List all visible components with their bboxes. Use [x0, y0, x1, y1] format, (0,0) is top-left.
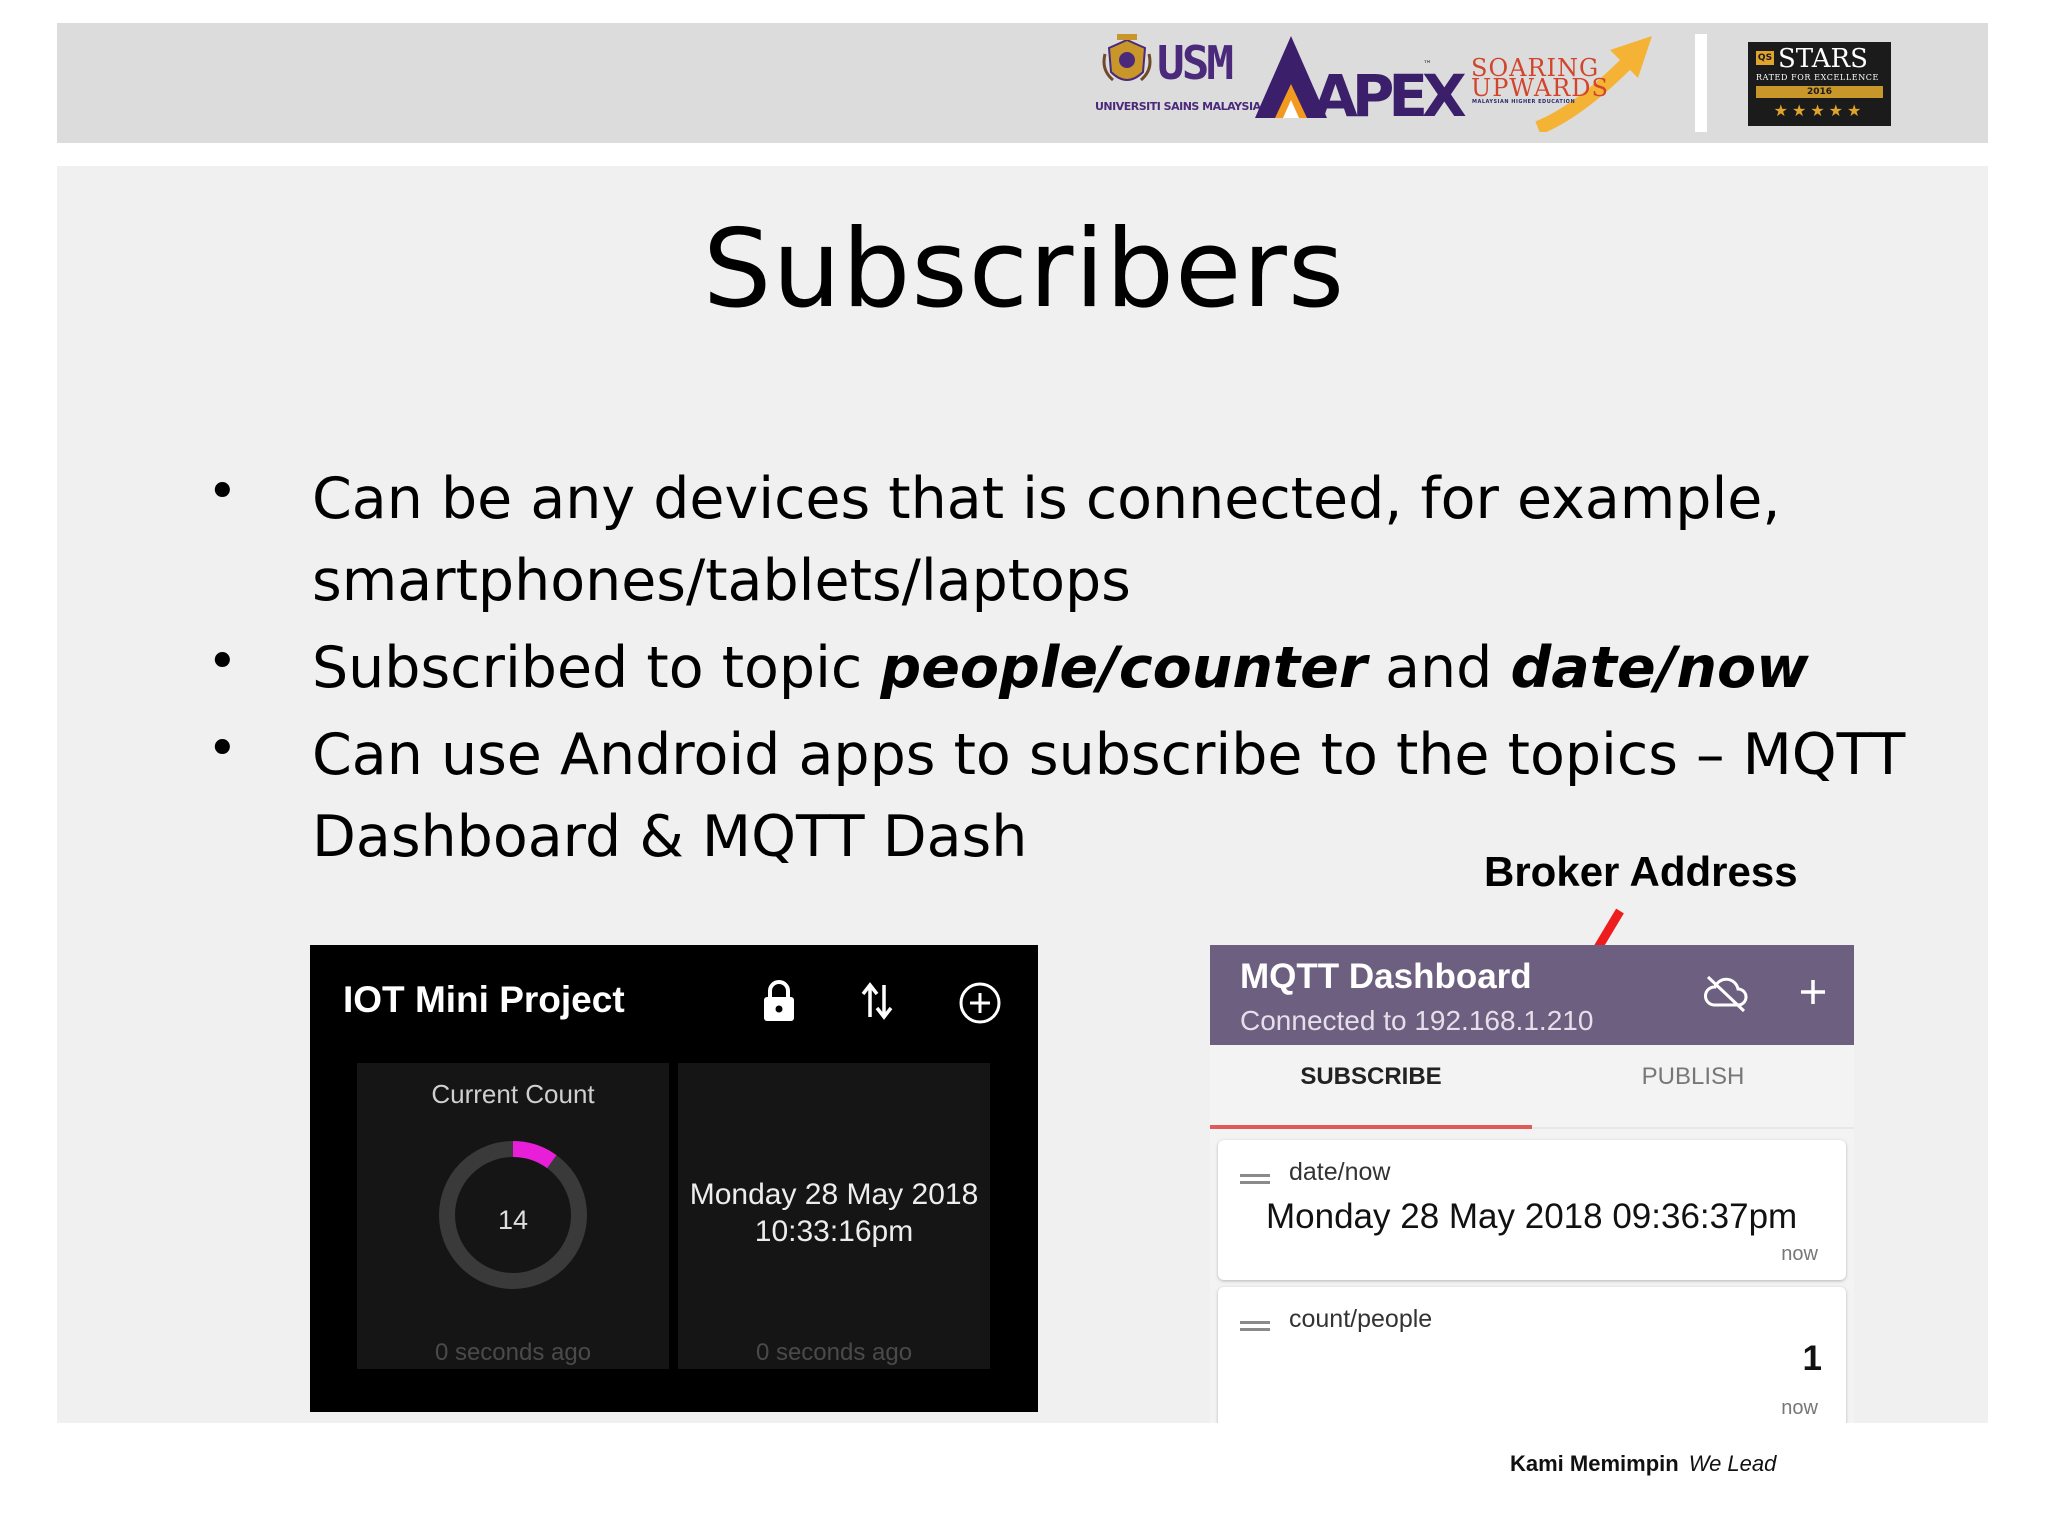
date-updated-text: 0 seconds ago [755, 1339, 913, 1366]
tagline-english: We Lead [1688, 1451, 1777, 1476]
mqtt-app-title: MQTT Dashboard [1240, 957, 1532, 996]
bullet-2: Subscribed to topic people/counter and d… [312, 627, 1962, 709]
bullet-marker: • [207, 632, 238, 692]
footer-tagline: Kami Memimpin We Lead [1510, 1451, 1776, 1477]
card-value: 1 [1802, 1339, 1822, 1378]
usm-wordmark: USM [1157, 36, 1234, 90]
mqtt-dashboard-screenshot: MQTT Dashboard Connected to 192.168.1.21… [1210, 945, 1854, 1423]
current-count-tile[interactable]: Current Count 14 0 seconds ago [357, 1063, 669, 1369]
tab-publish[interactable]: PUBLISH [1532, 1063, 1854, 1091]
current-count-label: Current Count [431, 1079, 595, 1109]
add-circle-icon[interactable] [958, 981, 1002, 1025]
iot-app-title: IOT Mini Project [343, 979, 625, 1020]
bullet-1-line2: smartphones/tablets/laptops [312, 548, 1131, 614]
card-timestamp: now [1781, 1397, 1818, 1419]
count-updated-text: 0 seconds ago [434, 1339, 592, 1366]
usm-subtitle: UNIVERSITI SAINS MALAYSIA [1095, 100, 1261, 113]
active-tab-indicator [1210, 1125, 1532, 1129]
date-tile[interactable]: Monday 28 May 2018 10:33:16pm 0 seconds … [678, 1063, 990, 1369]
cloud-off-icon[interactable] [1702, 973, 1750, 1013]
usm-logo: USM UNIVERSITI SAINS MALAYSIA [1095, 32, 1261, 122]
card-timestamp: now [1781, 1243, 1818, 1265]
card-topic: date/now [1289, 1158, 1391, 1186]
drag-handle-icon[interactable] [1240, 1321, 1270, 1331]
bullet-marker: • [207, 719, 238, 779]
date-tile-line2: 10:33:16pm [754, 1215, 914, 1248]
lock-icon[interactable] [762, 979, 796, 1023]
bullet-2-prefix: Subscribed to topic [312, 635, 881, 701]
bullet-2-middle: and [1366, 635, 1511, 701]
tab-divider [1532, 1127, 1854, 1129]
qs-rated-text: RATED FOR EXCELLENCE [1756, 73, 1879, 82]
bullet-marker: • [207, 462, 238, 522]
bullet-1: Can be any devices that is connected, fo… [312, 458, 1962, 622]
topic-date-now: date/now [1510, 635, 1809, 701]
soaring-line3: MALAYSIAN HIGHER EDUCATION [1472, 99, 1576, 105]
apex-logo: APEX ™ [1253, 32, 1467, 130]
tab-subscribe[interactable]: SUBSCRIBE [1210, 1063, 1532, 1091]
topic-people-counter: people/counter [880, 635, 1367, 701]
card-value: Monday 28 May 2018 09:36:37pm [1266, 1197, 1798, 1236]
apex-trademark: ™ [1423, 60, 1432, 70]
apex-wordmark: APEX [1313, 62, 1467, 130]
tagline-malay: Kami Memimpin [1510, 1451, 1679, 1476]
current-count-value: 14 [497, 1205, 529, 1235]
soaring-line2: UPWARDS [1471, 74, 1609, 102]
qs-stars-logo: QS STARS RATED FOR EXCELLENCE 2016 ★★★★★ [1748, 42, 1891, 126]
bullet-3-line1: Can use Android apps to subscribe to the… [312, 722, 1906, 788]
mqtt-app-bar: MQTT Dashboard Connected to 192.168.1.21… [1210, 945, 1854, 1045]
broker-connection-status: Connected to 192.168.1.210 [1240, 1005, 1594, 1036]
header-divider [1695, 34, 1707, 132]
broker-address-annotation: Broker Address [1484, 848, 1798, 895]
qs-stars-wordmark: STARS [1778, 44, 1868, 74]
slide-title: Subscribers [702, 207, 1346, 332]
bullet-1-line1: Can be any devices that is connected, fo… [312, 466, 1781, 532]
subscription-card-count-people[interactable]: count/people 1 now [1218, 1287, 1846, 1423]
drag-handle-icon[interactable] [1240, 1174, 1270, 1184]
soaring-upwards-logo: SOARING UPWARDS MALAYSIAN HIGHER EDUCATI… [1468, 32, 1668, 132]
qs-year: 2016 [1756, 86, 1883, 98]
date-tile-value: Monday 28 May 2018 10:33:16pm [678, 1176, 990, 1250]
qs-star-rating-icon: ★★★★★ [1773, 101, 1866, 120]
qs-badge: QS [1756, 51, 1774, 65]
date-tile-line1: Monday 28 May 2018 [689, 1178, 979, 1211]
card-topic: count/people [1289, 1305, 1433, 1333]
swap-vertical-icon[interactable] [860, 981, 894, 1021]
usm-crest-icon [1102, 34, 1152, 82]
subscription-card-date-now[interactable]: date/now Monday 28 May 2018 09:36:37pm n… [1218, 1140, 1846, 1280]
iot-dash-screenshot: IOT Mini Project Current Count 14 0 seco… [310, 945, 1038, 1412]
plus-icon[interactable] [1798, 977, 1828, 1007]
